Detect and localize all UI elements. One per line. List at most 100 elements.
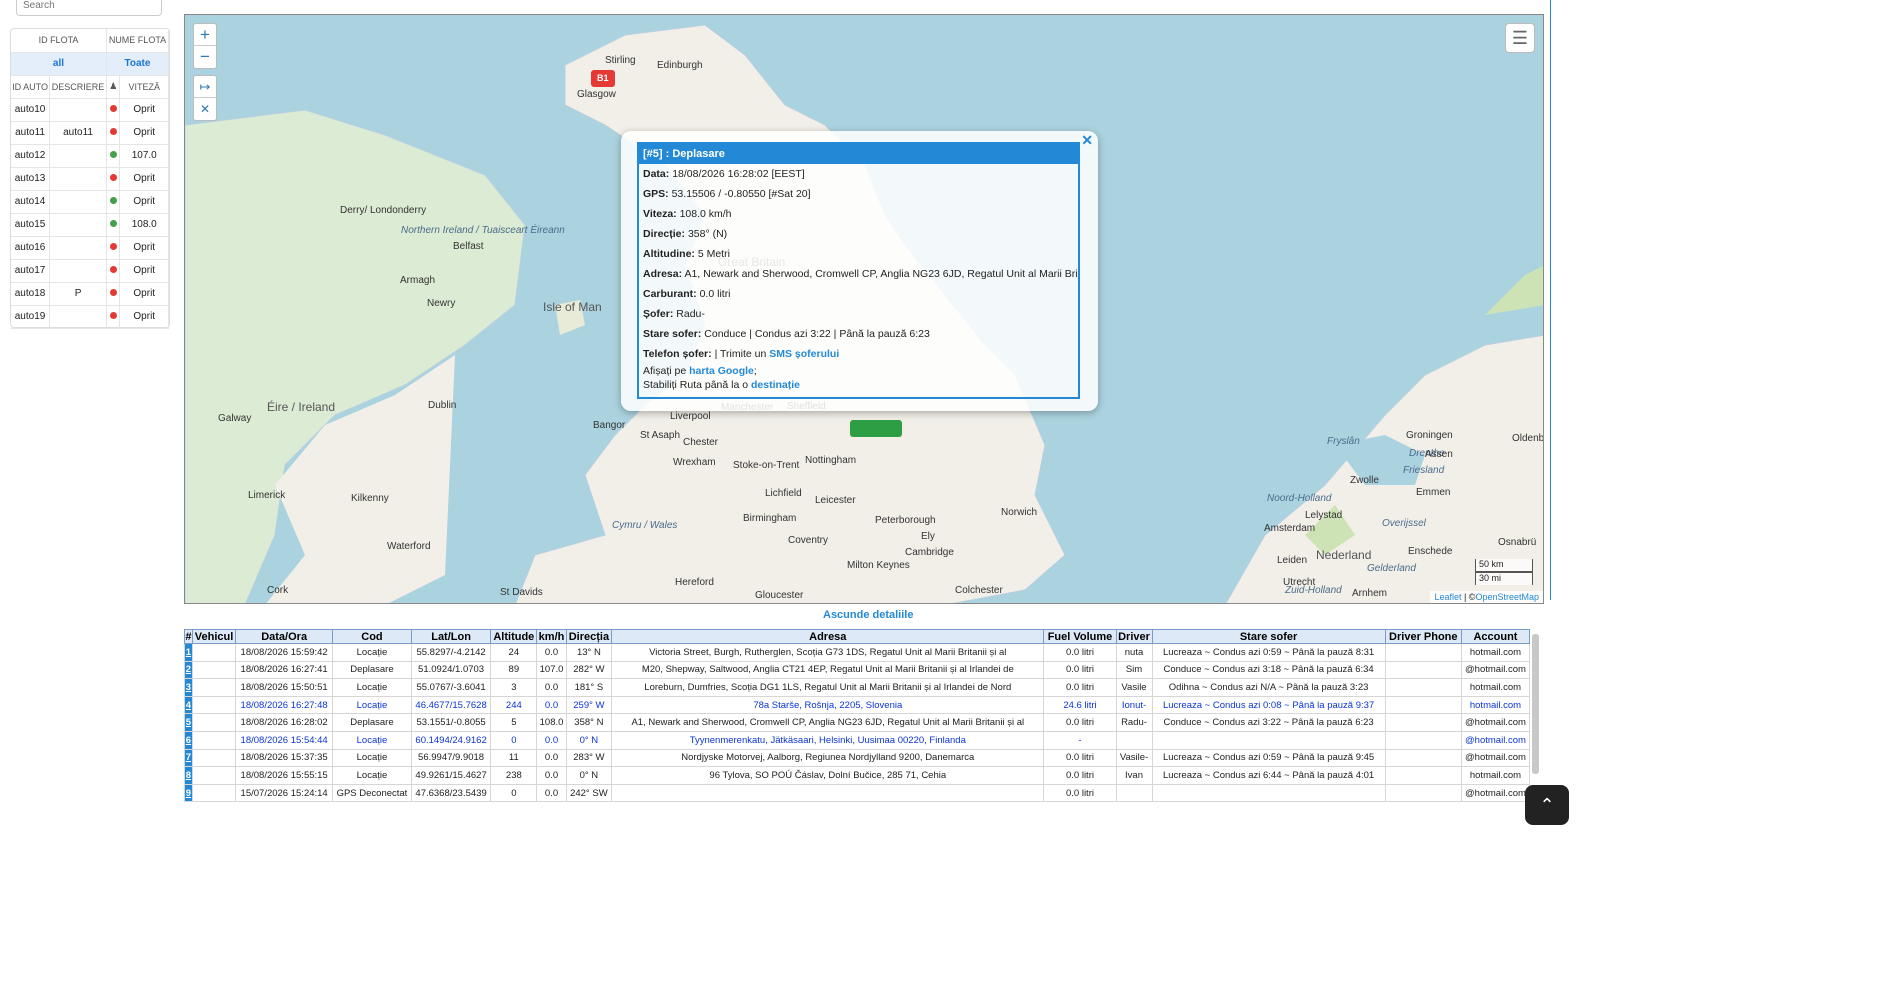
fleet-row[interactable]: auto17 Oprit bbox=[11, 259, 169, 283]
fleet-row[interactable]: auto11 auto11 Oprit bbox=[11, 121, 169, 145]
cell-adr: M20, Shepway, Saltwood, Anglia CT21 4EP,… bbox=[611, 660, 1045, 680]
fleet-row[interactable]: auto13 Oprit bbox=[11, 167, 169, 191]
vehicle-marker[interactable]: B1 bbox=[591, 70, 615, 87]
cell-fuel: 0.0 litri bbox=[1043, 678, 1117, 697]
fleet-speed: 108.0 bbox=[119, 213, 169, 237]
table-row[interactable]: 3 18/08/2026 15:50:51 Locație 55.0767/-3.60… bbox=[184, 678, 1531, 697]
cell-dt: 18/08/2026 15:37:35 bbox=[235, 748, 334, 768]
zoom-in-button[interactable]: + bbox=[194, 24, 216, 46]
map-label: Lelystad bbox=[1305, 510, 1343, 521]
cell-alt: 5 bbox=[490, 713, 538, 732]
layers-icon[interactable]: ☰ bbox=[1505, 23, 1535, 53]
table-row[interactable]: 5 18/08/2026 16:28:02 Deplasare 53.1551/-0.… bbox=[184, 713, 1531, 732]
col-header[interactable]: Stare sofer bbox=[1151, 629, 1386, 644]
fleet-row[interactable]: auto16 Oprit bbox=[11, 236, 169, 260]
cell-dt: 18/08/2026 16:27:48 bbox=[235, 695, 334, 715]
cell-n[interactable]: 2 bbox=[184, 660, 193, 680]
col-header[interactable]: Account bbox=[1460, 629, 1531, 644]
col-header[interactable]: Cod bbox=[332, 629, 412, 644]
table-row[interactable]: 6 18/08/2026 15:54:44 Locație 60.1494/24.91… bbox=[184, 730, 1531, 750]
map-label: Chester bbox=[683, 437, 719, 448]
vehicle-marker-selected[interactable] bbox=[850, 420, 902, 437]
scroll-top-button[interactable]: ⌃ bbox=[1525, 785, 1569, 825]
col-header[interactable]: Lat/Lon bbox=[410, 629, 492, 644]
cell-st: Lucreaza ~ Condus azi 0:59 ~ Până la pau… bbox=[1151, 748, 1386, 768]
fleet-row[interactable]: auto19 Oprit bbox=[11, 305, 169, 329]
fleet-desc bbox=[49, 167, 107, 191]
table-scrollbar[interactable] bbox=[1532, 634, 1539, 774]
map-label: Arnhem bbox=[1352, 588, 1388, 599]
right-panel-edge bbox=[1550, 0, 1580, 600]
fleet-id: auto13 bbox=[11, 167, 51, 191]
popup-close-icon[interactable]: ✕ bbox=[1081, 132, 1093, 149]
route-icon[interactable]: ↦ bbox=[194, 76, 216, 98]
fleet-id: auto19 bbox=[11, 305, 51, 329]
col-header[interactable]: # bbox=[184, 629, 193, 644]
col-header[interactable]: km/h bbox=[536, 629, 567, 644]
col-header[interactable]: Driver Phone bbox=[1384, 629, 1462, 644]
cell-fuel: 0.0 litri bbox=[1043, 643, 1117, 662]
col-header[interactable]: Fuel Volume bbox=[1043, 629, 1117, 644]
fleet-speed: Oprit bbox=[119, 236, 169, 260]
cell-n[interactable]: 9 bbox=[184, 783, 193, 803]
cell-n[interactable]: 3 bbox=[184, 678, 193, 697]
sms-link[interactable]: SMS șoferului bbox=[769, 348, 839, 360]
cell-st: Odihna ~ Condus azi N/A ~ Până la pauză … bbox=[1151, 678, 1386, 697]
table-row[interactable]: 1 18/08/2026 15:59:42 Locație 55.8297/-4.21… bbox=[184, 643, 1531, 662]
table-row[interactable]: 2 18/08/2026 16:27:41 Deplasare 51.0924/1.0… bbox=[184, 660, 1531, 680]
hide-details-link[interactable]: Ascunde detaliile bbox=[823, 609, 913, 621]
col-header[interactable]: Vehicul bbox=[191, 629, 237, 644]
table-row[interactable]: 7 18/08/2026 15:37:35 Locație 56.9947/9.901… bbox=[184, 748, 1531, 768]
popup-title: [#5] : Deplasare bbox=[639, 144, 1078, 164]
cell-dt: 18/08/2026 15:54:44 bbox=[235, 730, 334, 750]
cell-n[interactable]: 4 bbox=[184, 695, 193, 715]
cell-n[interactable]: 5 bbox=[184, 713, 193, 732]
fleet-speed: Oprit bbox=[119, 167, 169, 191]
fleet-row[interactable]: auto14 Oprit bbox=[11, 190, 169, 214]
clear-route-icon[interactable]: ✕ bbox=[194, 98, 216, 120]
col-header[interactable]: Data/Ora bbox=[235, 629, 334, 644]
cell-ph bbox=[1384, 783, 1462, 803]
map-label: Newry bbox=[427, 298, 456, 309]
cell-drv: Radu- bbox=[1115, 713, 1153, 732]
map-label: Emmen bbox=[1416, 487, 1451, 498]
table-row[interactable]: 4 18/08/2026 16:27:48 Locație 46.4677/15.76… bbox=[184, 695, 1531, 715]
fleet-id: auto11 bbox=[11, 121, 51, 145]
osm-link[interactable]: OpenStreetMap bbox=[1475, 592, 1539, 602]
cell-n[interactable]: 1 bbox=[184, 643, 193, 662]
destination-link[interactable]: destinație bbox=[751, 379, 800, 391]
col-header[interactable]: Adresa bbox=[611, 629, 1045, 644]
cell-drv bbox=[1115, 783, 1153, 803]
cell-veh bbox=[191, 730, 237, 750]
col-header[interactable]: Altitude bbox=[490, 629, 538, 644]
map-label: Liverpool bbox=[670, 411, 711, 422]
table-row[interactable]: 9 15/07/2026 15:24:14 GPS Deconectat 47.636… bbox=[184, 783, 1531, 803]
popup-sofer: Șofer: Radu- bbox=[643, 308, 705, 320]
cell-acc: hotmail.com bbox=[1460, 695, 1531, 715]
cell-n[interactable]: 6 bbox=[184, 730, 193, 750]
fleet-row[interactable]: auto18 P Oprit bbox=[11, 282, 169, 306]
fleet-row[interactable]: auto12 107.0 bbox=[11, 144, 169, 168]
table-row[interactable]: 8 18/08/2026 15:55:15 Locație 49.9261/15.46… bbox=[184, 766, 1531, 785]
col-header[interactable]: Direcția bbox=[565, 629, 613, 644]
cell-adr: Nordjyske Motorvej, Aalborg, Regiunea No… bbox=[611, 748, 1045, 768]
cell-st bbox=[1151, 783, 1386, 803]
zoom-out-button[interactable]: − bbox=[194, 46, 216, 68]
search-input[interactable] bbox=[16, 0, 162, 16]
map-label: Glasgow bbox=[577, 89, 616, 100]
map[interactable]: + − ↦ ✕ ☰ Stirling Edinburgh Glasgow Derry/… bbox=[184, 14, 1544, 604]
map-label: Dublin bbox=[428, 400, 457, 411]
leaflet-link[interactable]: Leaflet bbox=[1434, 592, 1461, 602]
fleet-row[interactable]: auto15 108.0 bbox=[11, 213, 169, 237]
map-label: Coventry bbox=[788, 535, 829, 546]
fleet-filter-toate[interactable]: Toate bbox=[106, 52, 170, 76]
cell-n[interactable]: 7 bbox=[184, 748, 193, 768]
map-label: Galway bbox=[218, 413, 252, 424]
fleet-filter-all[interactable]: all bbox=[11, 52, 107, 76]
google-map-link[interactable]: harta Google bbox=[689, 365, 754, 377]
fleet-desc bbox=[49, 236, 107, 260]
cell-n[interactable]: 8 bbox=[184, 766, 193, 785]
col-header[interactable]: Driver bbox=[1115, 629, 1153, 644]
fleet-row[interactable]: auto10 Oprit bbox=[11, 98, 169, 122]
cell-acc: @hotmail.com bbox=[1460, 783, 1531, 803]
